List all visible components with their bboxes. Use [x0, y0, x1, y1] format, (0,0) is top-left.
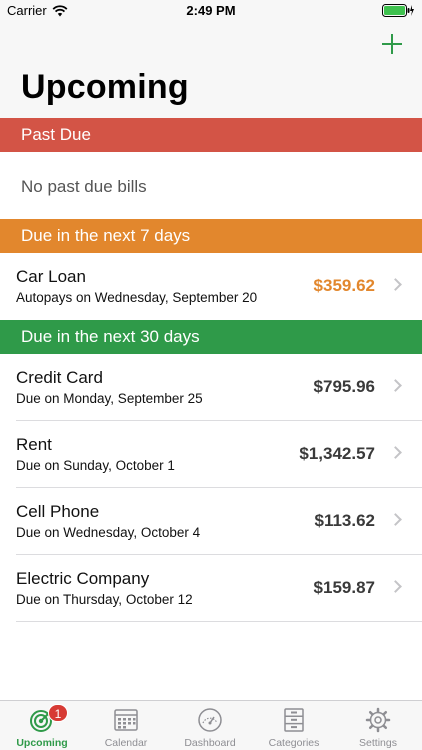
bill-amount: $159.87 [313, 578, 375, 597]
bill-due-date: Due on Thursday, October 12 [16, 592, 193, 607]
gauge-icon [197, 707, 223, 733]
empty-state-text: No past due bills [21, 177, 147, 196]
status-bar: Carrier 2:49 PM [0, 0, 422, 22]
bill-amount: $113.62 [314, 511, 375, 530]
tab-label: Settings [359, 737, 397, 749]
tab-bar: 1 Upcoming Calendar Dashboard Categories… [0, 700, 422, 750]
past-due-empty-row: No past due bills [0, 152, 422, 219]
bill-due-date: Autopays on Wednesday, September 20 [16, 290, 258, 305]
section-header-next-7-days: Due in the next 7 days [0, 219, 422, 253]
tab-dashboard[interactable]: Dashboard [168, 701, 252, 750]
bill-amount: $795.96 [313, 377, 375, 396]
cabinet-icon [281, 707, 307, 733]
add-bill-button[interactable] [380, 32, 404, 56]
bill-row-rent[interactable]: Rent Due on Sunday, October 1 $1,342.57 [0, 421, 422, 488]
section-header-next-30-days: Due in the next 30 days [0, 320, 422, 354]
chevron-right-icon [389, 278, 402, 291]
calendar-icon [113, 707, 139, 733]
bill-row-electric-company[interactable]: Electric Company Due on Thursday, Octobe… [0, 555, 422, 622]
bill-name: Credit Card [16, 368, 103, 387]
bill-row-car-loan[interactable]: Car Loan Autopays on Wednesday, Septembe… [0, 253, 422, 320]
bill-name: Rent [16, 435, 52, 454]
row-divider [16, 621, 422, 622]
tab-calendar[interactable]: Calendar [84, 701, 168, 750]
chevron-right-icon [389, 580, 402, 593]
bill-due-date: Due on Sunday, October 1 [16, 458, 175, 473]
tab-settings[interactable]: Settings [336, 701, 420, 750]
tab-categories[interactable]: Categories [252, 701, 336, 750]
battery-charging-icon [382, 4, 414, 22]
tab-label: Categories [268, 737, 320, 749]
bill-amount: $359.62 [313, 276, 375, 295]
bill-name: Cell Phone [16, 502, 100, 521]
tab-label: Calendar [104, 737, 148, 749]
tab-label: Upcoming [16, 737, 68, 749]
bill-due-date: Due on Monday, September 25 [16, 391, 203, 406]
gear-icon [365, 707, 391, 733]
bill-row-credit-card[interactable]: Credit Card Due on Monday, September 25 … [0, 354, 422, 421]
tab-label: Dashboard [184, 737, 236, 749]
bill-amount: $1,342.57 [299, 444, 375, 463]
bill-row-cell-phone[interactable]: Cell Phone Due on Wednesday, October 4 $… [0, 488, 422, 555]
bill-name: Car Loan [16, 267, 86, 286]
tab-upcoming[interactable]: 1 Upcoming [0, 701, 84, 750]
chevron-right-icon [389, 379, 402, 392]
page-title: Upcoming [21, 68, 189, 106]
clock: 2:49 PM [186, 3, 236, 18]
bill-due-date: Due on Wednesday, October 4 [16, 525, 201, 540]
notification-badge: 1 [48, 704, 68, 722]
chevron-right-icon [389, 513, 402, 526]
chevron-right-icon [389, 446, 402, 459]
section-header-past-due: Past Due [0, 118, 422, 152]
navigation-bar: Upcoming [0, 22, 422, 118]
bill-name: Electric Company [16, 569, 150, 588]
